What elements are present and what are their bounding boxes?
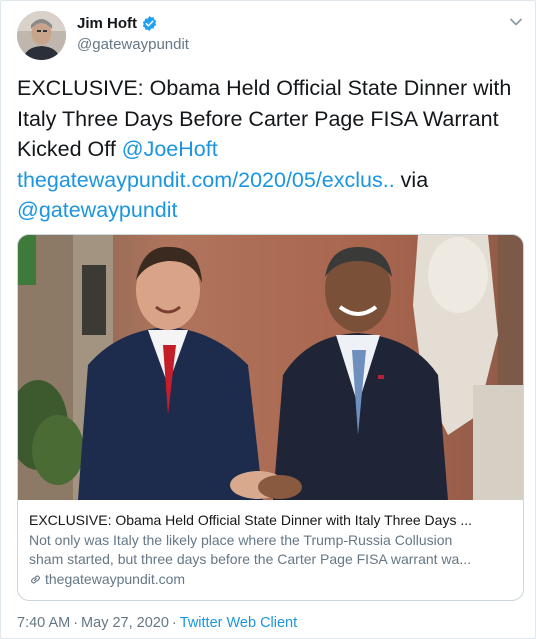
tweet-meta: 7:40 AM · May 27, 2020 · Twitter Web Client xyxy=(17,615,297,631)
card-description-line: sham started, but three days before the … xyxy=(29,550,471,567)
mention-link[interactable]: @JoeHoft xyxy=(122,137,218,161)
name-row: Jim Hoft xyxy=(77,15,158,32)
card-image[interactable] xyxy=(18,235,523,500)
avatar-photo-icon xyxy=(17,11,66,60)
card-title: EXCLUSIVE: Obama Held Official State Din… xyxy=(29,512,472,528)
user-handle[interactable]: @gatewaypundit xyxy=(77,36,189,53)
link-preview-card[interactable]: EXCLUSIVE: Obama Held Official State Din… xyxy=(17,234,524,601)
article-url-link[interactable]: thegatewaypundit.com/2020/05/exclus.. xyxy=(17,168,395,192)
card-domain: thegatewaypundit.com xyxy=(29,570,515,588)
via-mention-link[interactable]: @gatewaypundit xyxy=(17,198,177,222)
meta-separator: · xyxy=(171,615,177,631)
source-client-link[interactable]: Twitter Web Client xyxy=(180,615,297,631)
tweet-date[interactable]: May 27, 2020 xyxy=(81,615,169,631)
card-description: Not only was Italy the likely place wher… xyxy=(29,531,515,568)
chevron-down-icon[interactable] xyxy=(509,15,523,29)
photo-two-men-handshake-icon xyxy=(18,235,523,500)
link-icon xyxy=(31,574,40,584)
tweet-text-line: Kicked Off xyxy=(17,137,122,161)
card-domain-text: thegatewaypundit.com xyxy=(45,571,186,587)
card-description-line: Not only was Italy the likely place wher… xyxy=(29,532,453,548)
card-body: EXCLUSIVE: Obama Held Official State Din… xyxy=(29,511,515,588)
tweet-header: Jim Hoft @gatewaypundit xyxy=(17,11,523,61)
verified-badge-icon xyxy=(142,16,157,31)
tweet-text-line: EXCLUSIVE: Obama Held Official State Din… xyxy=(17,76,512,100)
meta-separator: · xyxy=(73,615,79,631)
tweet-text-line: Italy Three Days Before Carter Page FISA… xyxy=(17,106,499,131)
tweet-text: EXCLUSIVE: Obama Held Official State Din… xyxy=(17,73,525,226)
via-text: via xyxy=(394,167,429,192)
display-name[interactable]: Jim Hoft xyxy=(77,15,137,32)
tweet-container: Jim Hoft @gatewaypundit EXCLUSIVE: Obama… xyxy=(0,0,536,639)
tweet-time[interactable]: 7:40 AM xyxy=(17,615,70,631)
avatar[interactable] xyxy=(17,11,66,60)
